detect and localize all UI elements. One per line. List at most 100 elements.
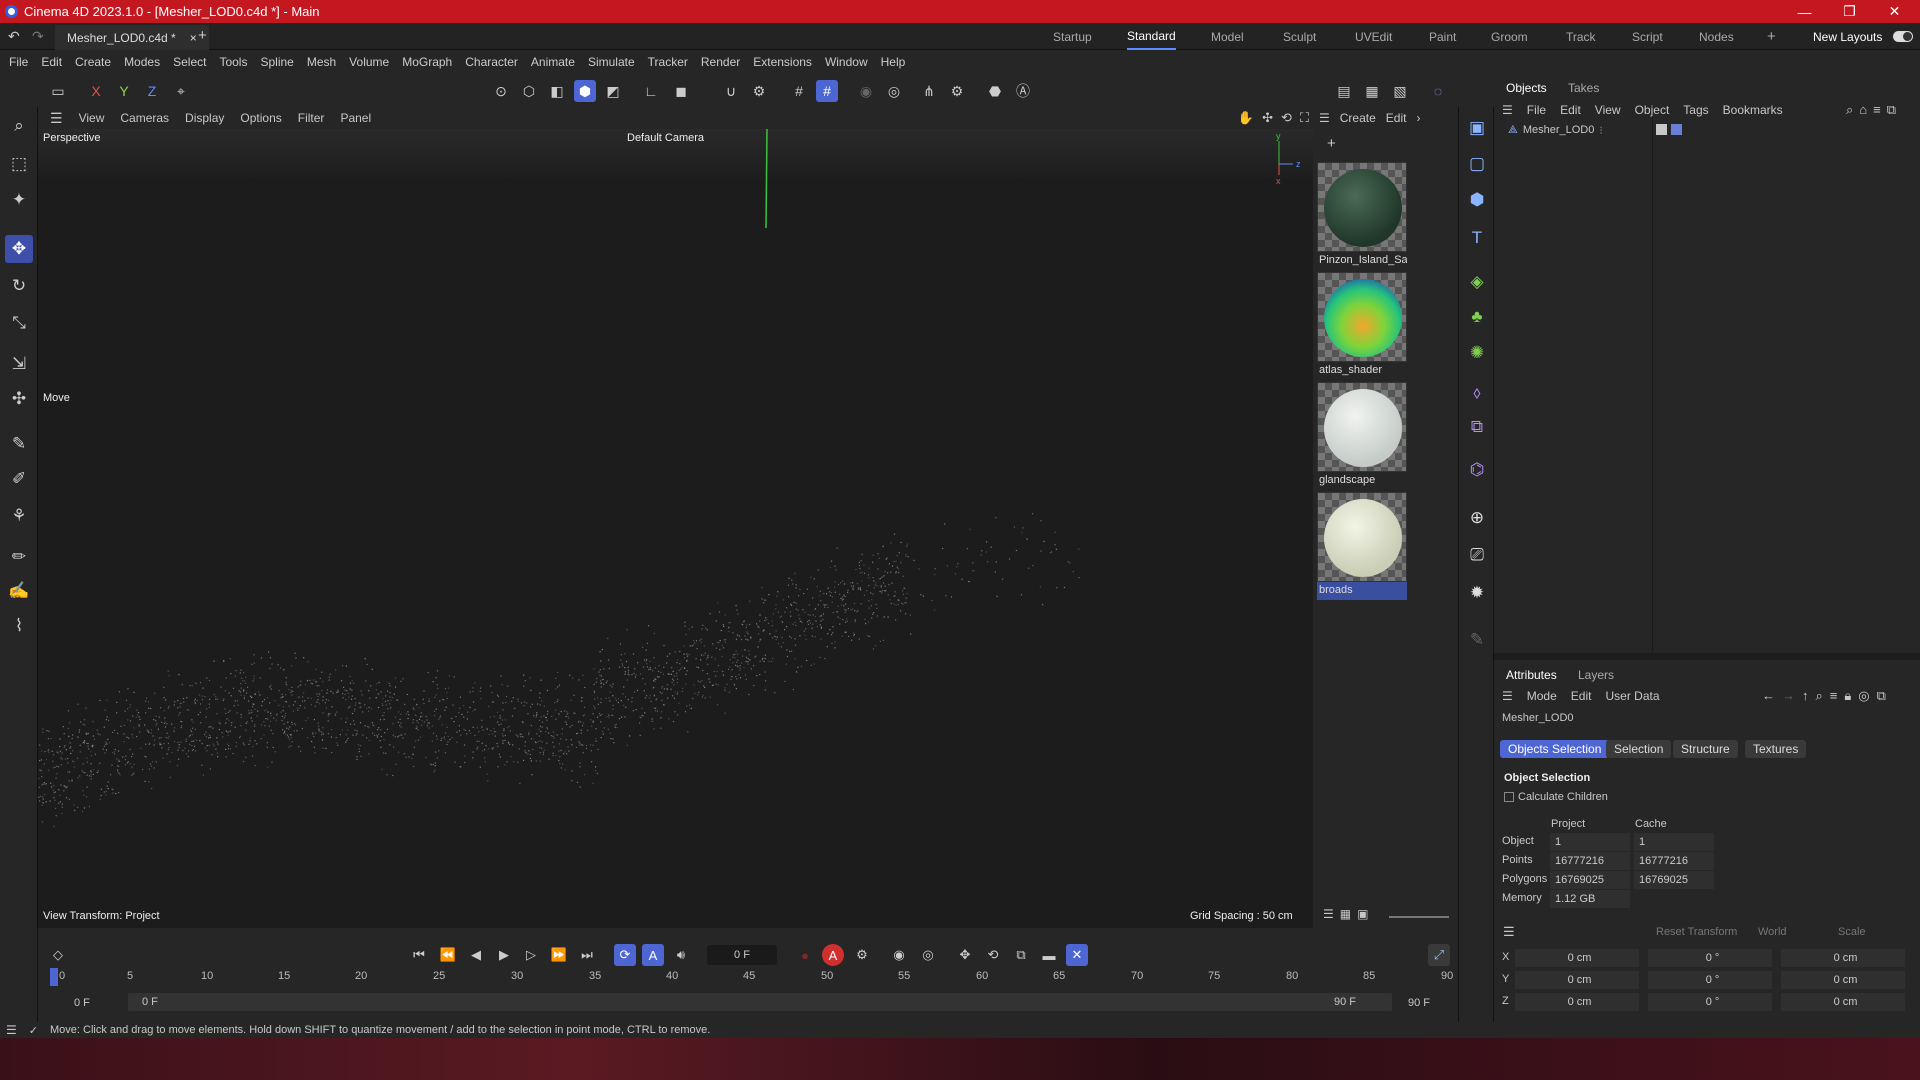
select-tool-icon[interactable]: ⬚ — [5, 150, 33, 178]
close-window-icon[interactable]: ✕ — [1872, 0, 1917, 23]
paint-brush-icon[interactable]: ✏ — [5, 543, 33, 571]
viewport-menu-display[interactable]: Display — [185, 111, 224, 125]
spline-pen-icon[interactable]: ✎ — [5, 430, 33, 458]
restore-icon[interactable]: ❐ — [1827, 0, 1872, 23]
camera-icon[interactable]: ⎚ — [1464, 542, 1490, 568]
attributes-menu-edit[interactable]: Edit — [1571, 689, 1592, 703]
record-position-icon[interactable]: ◉ — [888, 944, 910, 966]
live-selection-icon[interactable]: ✦ — [5, 186, 33, 214]
layout-tab-paint[interactable]: Paint — [1429, 23, 1456, 50]
list-view-icon[interactable]: ☰ — [1323, 907, 1334, 921]
layout-tab-model[interactable]: Model — [1211, 23, 1244, 50]
material-swatch[interactable]: glandscape — [1317, 382, 1407, 490]
add-layout-icon[interactable]: + — [1767, 23, 1776, 50]
loop-icon[interactable]: ⟳ — [614, 944, 636, 966]
tab-textures[interactable]: Textures — [1745, 740, 1807, 758]
render-picture-viewer-icon[interactable]: ▦ — [1361, 80, 1383, 102]
home-icon[interactable]: ⌂ — [1859, 102, 1867, 118]
attributes-menu-mode[interactable]: Mode — [1527, 689, 1557, 703]
tab-takes[interactable]: Takes — [1568, 81, 1599, 95]
lock-icon[interactable]: 🔒︎ — [1844, 688, 1851, 704]
pan-view-icon[interactable]: ✋ — [1238, 110, 1254, 126]
menu-window[interactable]: Window — [825, 55, 868, 69]
uv-mode-icon[interactable]: ◩ — [602, 80, 624, 102]
playhead[interactable] — [50, 968, 58, 986]
timeline-settings-icon[interactable]: ▬ — [1038, 944, 1060, 966]
new-window-icon[interactable]: ⧉ — [1877, 688, 1886, 704]
up-arrow-icon[interactable]: ↑ — [1802, 688, 1809, 704]
cloner-icon[interactable]: ▣ — [1464, 115, 1490, 141]
tab-objects-selection[interactable]: Objects Selection — [1500, 740, 1610, 758]
record-parameter-icon[interactable]: ⟲ — [982, 944, 1004, 966]
material-menu-create[interactable]: Create — [1340, 111, 1376, 125]
attributes-menu-user-data[interactable]: User Data — [1605, 689, 1659, 703]
maximize-view-icon[interactable]: ⛶ — [1300, 110, 1309, 126]
search-icon[interactable]: ⌕ — [1846, 102, 1853, 118]
list-item[interactable]: ⟁ Mesher_LOD0 ⁝ — [1508, 121, 1648, 139]
spline-sketch-icon[interactable]: ✐ — [5, 465, 33, 493]
forward-arrow-icon[interactable]: → — [1782, 688, 1795, 704]
interpolation-icon[interactable]: ✕ — [1066, 944, 1088, 966]
viewport-menu-panel[interactable]: Panel — [340, 111, 371, 125]
material-swatch[interactable]: broads — [1317, 492, 1407, 600]
new-window-icon[interactable]: ⧉ — [1887, 102, 1896, 118]
material-swatch[interactable]: Pinzon_Island_Sat — [1317, 162, 1407, 270]
preview-range-slider[interactable]: 0 F 90 F — [128, 993, 1392, 1011]
auto-key-icon[interactable]: Ⓐ — [1012, 80, 1034, 102]
objects-menu-tags[interactable]: Tags — [1683, 103, 1708, 117]
objects-menu-edit[interactable]: Edit — [1560, 103, 1581, 117]
next-key-icon[interactable]: ⏩ — [548, 944, 570, 966]
reset-transform-button[interactable]: Reset Transform — [1656, 926, 1737, 938]
menu-animate[interactable]: Animate — [531, 55, 575, 69]
sculpt-brush-icon[interactable]: ✍ — [5, 577, 33, 605]
rotation-x-field[interactable]: 0 ° — [1648, 949, 1772, 967]
symmetry-settings-icon[interactable]: ⚙ — [946, 80, 968, 102]
position-y-field[interactable]: 0 cm — [1515, 971, 1639, 989]
lock-y-axis-button[interactable]: Y — [113, 80, 135, 102]
dolly-view-icon[interactable]: ✣ — [1262, 110, 1273, 126]
visibility-toggle-icon[interactable]: ⁝ — [1599, 124, 1603, 137]
menu-modes[interactable]: Modes — [124, 55, 160, 69]
undo-icon[interactable]: ↶ — [8, 28, 20, 45]
rotate-tool-icon[interactable]: ↻ — [5, 272, 33, 300]
record-rotation-icon[interactable]: ◎ — [917, 944, 939, 966]
rotation-y-field[interactable]: 0 ° — [1648, 971, 1772, 989]
subdivision-icon[interactable]: ◈ — [1464, 269, 1490, 295]
search-icon[interactable]: ⌕ — [5, 112, 33, 140]
material-hamburger-icon[interactable]: ☰ — [1319, 111, 1330, 125]
frame-ruler[interactable]: 0 5 10 15 20 25 30 35 40 45 50 55 60 65 … — [50, 968, 1453, 990]
layout-tab-startup[interactable]: Startup — [1053, 23, 1092, 50]
render-region-icon[interactable]: ◉ — [855, 80, 877, 102]
snap-settings-icon[interactable]: ⚙ — [748, 80, 770, 102]
add-material-icon[interactable]: + — [1327, 135, 1336, 152]
filter-icon[interactable]: ≡ — [1873, 102, 1881, 118]
layout-tab-groom[interactable]: Groom — [1491, 23, 1528, 50]
layout-tab-script[interactable]: Script — [1632, 23, 1663, 50]
transform-tool-icon[interactable]: ⇲ — [5, 350, 33, 378]
current-frame-field[interactable]: 0 F — [707, 945, 777, 965]
playback-rate-icon[interactable]: A — [642, 944, 664, 966]
material-swatch[interactable]: atlas_shader — [1317, 272, 1407, 380]
ffd-icon[interactable]: ⧉ — [1464, 414, 1490, 440]
spline-rectangle-icon[interactable]: ▢ — [1464, 151, 1490, 177]
search-icon[interactable]: ⌕ — [1816, 688, 1823, 704]
menu-spline[interactable]: Spline — [260, 55, 293, 69]
scale-x-field[interactable]: 0 cm — [1781, 949, 1905, 967]
menu-file[interactable]: File — [9, 55, 28, 69]
coords-hamburger-icon[interactable]: ☰ — [1503, 924, 1515, 940]
menu-tools[interactable]: Tools — [219, 55, 247, 69]
move-tool-icon[interactable]: ✥ — [5, 235, 33, 263]
hud-icon[interactable]: ⬣ — [984, 80, 1006, 102]
record-active-icon[interactable]: ● — [794, 944, 816, 966]
previous-key-icon[interactable]: ⏪ — [437, 944, 459, 966]
snap-magnet-icon[interactable]: ∪ — [720, 80, 742, 102]
grid-view-icon[interactable]: ▦ — [1340, 907, 1351, 921]
scale-tool-icon[interactable]: ⤡ — [5, 309, 33, 337]
cube-icon[interactable]: ⬢ — [1464, 187, 1490, 213]
edges-mode-icon[interactable]: ⬡ — [518, 80, 540, 102]
thumbnail-size-slider[interactable] — [1389, 916, 1449, 918]
play-icon[interactable]: ▶ — [493, 944, 515, 966]
objects-menu-bookmarks[interactable]: Bookmarks — [1723, 103, 1783, 117]
previous-frame-icon[interactable]: ◀ — [465, 944, 487, 966]
next-frame-icon[interactable]: ▷ — [520, 944, 542, 966]
